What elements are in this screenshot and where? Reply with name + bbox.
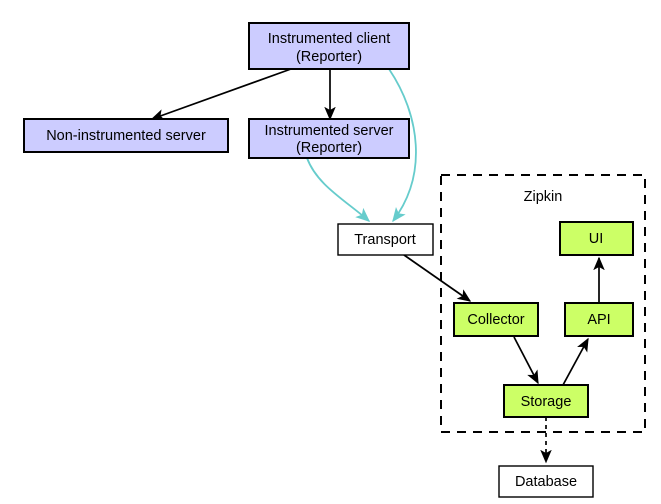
diagram-canvas: Zipkin Instrumented client (Reporter) No… xyxy=(23,22,646,498)
node-collector[interactable]: Collector xyxy=(453,302,539,337)
node-database-label: Database xyxy=(515,474,577,490)
edge-client-to-non-instrumented-server xyxy=(150,68,292,121)
zipkin-group-label: Zipkin xyxy=(524,189,563,205)
architecture-diagram: Zipkin Instrumented client (Reporter) No… xyxy=(0,0,661,504)
edge-collector-to-storage xyxy=(513,336,539,385)
edge-instrumented-server-to-transport xyxy=(306,157,371,222)
node-instrumented-server-label-line1: Instrumented server xyxy=(265,123,394,139)
node-storage-label: Storage xyxy=(521,394,572,410)
node-instrumented-client-label-line2: (Reporter) xyxy=(296,49,362,65)
node-instrumented-server-label-line2: (Reporter) xyxy=(296,140,362,156)
node-instrumented-client[interactable]: Instrumented client (Reporter) xyxy=(248,22,410,70)
node-api-label: API xyxy=(587,312,610,328)
node-collector-label: Collector xyxy=(467,312,524,328)
edge-storage-to-api xyxy=(562,337,589,386)
node-ui[interactable]: UI xyxy=(559,221,634,256)
node-instrumented-client-label-line1: Instrumented client xyxy=(268,31,391,47)
edge-transport-to-collector xyxy=(403,254,472,302)
node-instrumented-server[interactable]: Instrumented server (Reporter) xyxy=(248,118,410,159)
node-ui-label: UI xyxy=(589,231,604,247)
node-transport[interactable]: Transport xyxy=(337,223,434,256)
node-non-instrumented-server[interactable]: Non-instrumented server xyxy=(23,118,229,153)
node-database[interactable]: Database xyxy=(498,465,594,498)
node-transport-label: Transport xyxy=(354,232,416,248)
node-non-instrumented-server-label-line1: Non-instrumented server xyxy=(46,128,206,144)
node-storage[interactable]: Storage xyxy=(503,384,589,418)
node-api[interactable]: API xyxy=(564,302,634,337)
